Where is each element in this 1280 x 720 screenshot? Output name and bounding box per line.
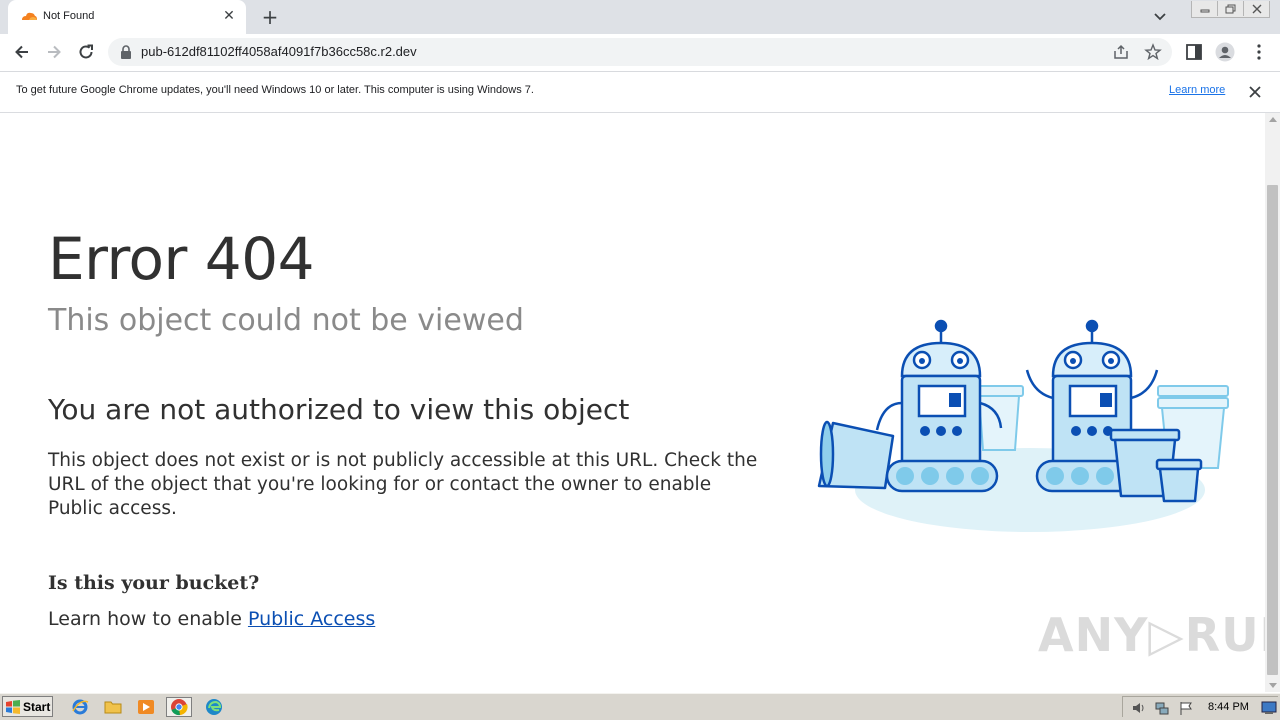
taskbar-clock: 8:44 PM xyxy=(1208,701,1249,713)
error-description: This object does not exist or is not pub… xyxy=(48,450,758,519)
edge-icon xyxy=(206,699,222,715)
system-tray xyxy=(1122,696,1278,717)
back-button[interactable] xyxy=(8,38,36,66)
scroll-up-icon[interactable] xyxy=(1269,117,1277,122)
learn-prefix: Learn how to enable xyxy=(48,608,248,630)
media-player-icon xyxy=(138,700,154,714)
folder-icon xyxy=(104,701,122,714)
tab-close-icon[interactable]: ✕ xyxy=(220,7,238,25)
new-tab-button[interactable]: + xyxy=(258,5,282,29)
taskbar-chrome[interactable] xyxy=(166,697,192,717)
network-icon[interactable] xyxy=(1154,700,1170,716)
robots-illustration xyxy=(817,319,1229,532)
public-access-link[interactable]: Public Access xyxy=(248,608,375,630)
url-text[interactable]: pub-612df81102ff4058af4091f7b36cc58c.r2.… xyxy=(141,44,417,59)
bookmark-star-icon[interactable] xyxy=(1144,43,1162,61)
error-title: Error 404 xyxy=(48,225,315,293)
learn-public-access: Learn how to enable Public Access xyxy=(48,608,375,630)
arrow-left-icon xyxy=(15,45,28,59)
internet-explorer-icon xyxy=(72,699,89,715)
menu-kebab-icon[interactable] xyxy=(1249,42,1269,62)
chrome-icon xyxy=(171,699,188,716)
restore-button[interactable] xyxy=(1218,1,1244,16)
start-button[interactable]: Start xyxy=(2,696,53,717)
reload-icon xyxy=(79,44,93,59)
tab-not-found[interactable]: Not Found ✕ xyxy=(8,0,246,34)
scroll-down-icon[interactable] xyxy=(1269,683,1277,688)
minimize-button[interactable] xyxy=(1192,1,1218,16)
page-viewport: Error 404 This object could not be viewe… xyxy=(0,113,1265,692)
window-controls xyxy=(1191,1,1270,18)
side-panel-icon[interactable] xyxy=(1184,42,1204,62)
action-center-flag-icon[interactable] xyxy=(1178,700,1194,716)
scroll-thumb[interactable] xyxy=(1267,185,1278,675)
auth-heading: You are not authorized to view this obje… xyxy=(48,393,630,426)
anyrun-watermark: ANY▷RUN xyxy=(1038,608,1265,662)
infobar-message: To get future Google Chrome updates, you… xyxy=(16,84,534,96)
vertical-scrollbar[interactable] xyxy=(1265,113,1280,692)
cloudflare-icon xyxy=(22,12,37,20)
show-desktop-icon[interactable] xyxy=(1261,701,1277,715)
infobar-close-icon[interactable] xyxy=(1247,84,1263,100)
taskbar-explorer[interactable] xyxy=(100,697,126,717)
taskbar-edge[interactable] xyxy=(201,697,227,717)
error-subtitle: This object could not be viewed xyxy=(48,303,524,338)
close-icon xyxy=(1252,4,1261,13)
windows-taskbar: Start 8:44 PM xyxy=(0,693,1280,720)
restore-icon xyxy=(1225,4,1235,13)
reload-button[interactable] xyxy=(72,38,100,66)
taskbar-media-player[interactable] xyxy=(133,697,159,717)
address-bar[interactable]: pub-612df81102ff4058af4091f7b36cc58c.r2.… xyxy=(108,38,1172,66)
taskbar-ie[interactable] xyxy=(67,697,93,717)
update-infobar: To get future Google Chrome updates, you… xyxy=(0,72,1280,113)
arrow-right-icon xyxy=(48,45,61,59)
learn-more-link[interactable]: Learn more xyxy=(1169,84,1225,96)
share-icon[interactable] xyxy=(1112,43,1130,61)
forward-button[interactable] xyxy=(40,38,68,66)
bucket-heading: Is this your bucket? xyxy=(48,572,260,594)
tab-strip: Not Found ✕ + xyxy=(0,0,1280,34)
close-window-button[interactable] xyxy=(1244,1,1269,16)
lock-icon[interactable] xyxy=(120,45,132,59)
tab-search-chevron-icon[interactable] xyxy=(1150,8,1170,26)
start-label: Start xyxy=(23,699,51,714)
browser-toolbar: pub-612df81102ff4058af4091f7b36cc58c.r2.… xyxy=(0,34,1280,72)
profile-avatar-icon[interactable] xyxy=(1215,42,1235,62)
volume-icon[interactable] xyxy=(1131,700,1147,716)
tab-title: Not Found xyxy=(43,10,95,22)
minimize-icon xyxy=(1200,9,1209,12)
windows-logo-icon xyxy=(6,699,20,714)
